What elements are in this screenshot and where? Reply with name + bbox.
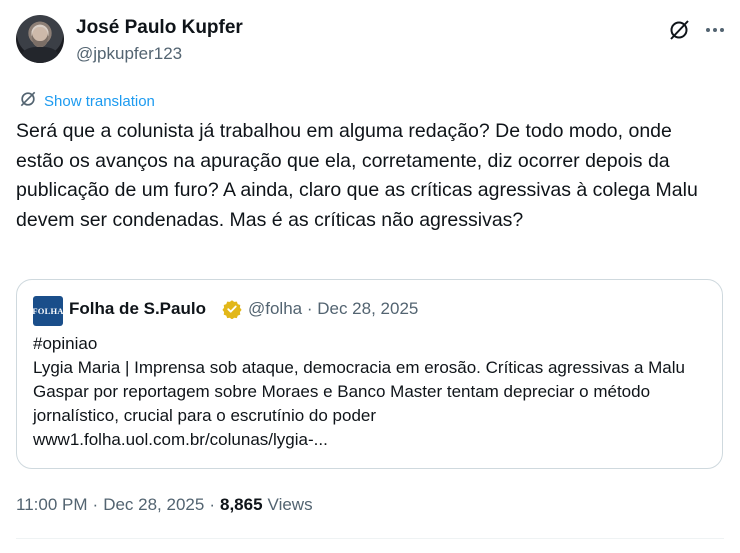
author-handle[interactable]: @jpkupfer123 xyxy=(76,44,182,64)
quoted-hashtag[interactable]: #opiniao xyxy=(33,332,713,356)
quoted-tweet-card[interactable]: FOLHA Folha de S.Paulo @folha · Dec 28, … xyxy=(16,279,723,469)
quoted-body: Lygia Maria | Imprensa sob ataque, democ… xyxy=(33,358,685,425)
views-count: 8,865 xyxy=(220,495,263,514)
avatar-body xyxy=(22,47,58,63)
meta-separator: · xyxy=(209,495,215,514)
translate-icon xyxy=(18,89,38,114)
meta-separator: · xyxy=(92,495,99,514)
tweet-date[interactable]: Dec 28, 2025 xyxy=(103,495,204,515)
folha-logo: FOLHA xyxy=(32,296,63,326)
show-translation-link[interactable]: Show translation xyxy=(18,89,155,114)
avatar[interactable] xyxy=(16,15,64,63)
tweet-time[interactable]: 11:00 PM xyxy=(16,495,88,515)
quoted-link[interactable]: www1.folha.uol.com.br/colunas/lygia-... xyxy=(33,428,713,452)
author-name[interactable]: José Paulo Kupfer xyxy=(76,17,243,39)
tweet-meta: 11:00 PM · Dec 28, 2025 · 8,865 Views xyxy=(16,495,313,515)
quoted-author-name: Folha de S.Paulo xyxy=(69,299,206,318)
quoted-handle-date: @folha · Dec 28, 2025 xyxy=(248,299,419,318)
verified-badge-icon xyxy=(222,299,242,320)
divider xyxy=(16,538,724,539)
tweet-text: Será que a colunista já trabalhou em alg… xyxy=(16,120,698,231)
quoted-tweet-text: #opiniao Lygia Maria | Imprensa sob ataq… xyxy=(33,332,713,452)
views-label: Views xyxy=(267,495,313,514)
show-translation-label[interactable]: Show translation xyxy=(44,93,155,110)
avatar-face xyxy=(32,27,48,47)
more-icon[interactable] xyxy=(703,18,727,42)
grok-icon[interactable] xyxy=(667,18,691,42)
